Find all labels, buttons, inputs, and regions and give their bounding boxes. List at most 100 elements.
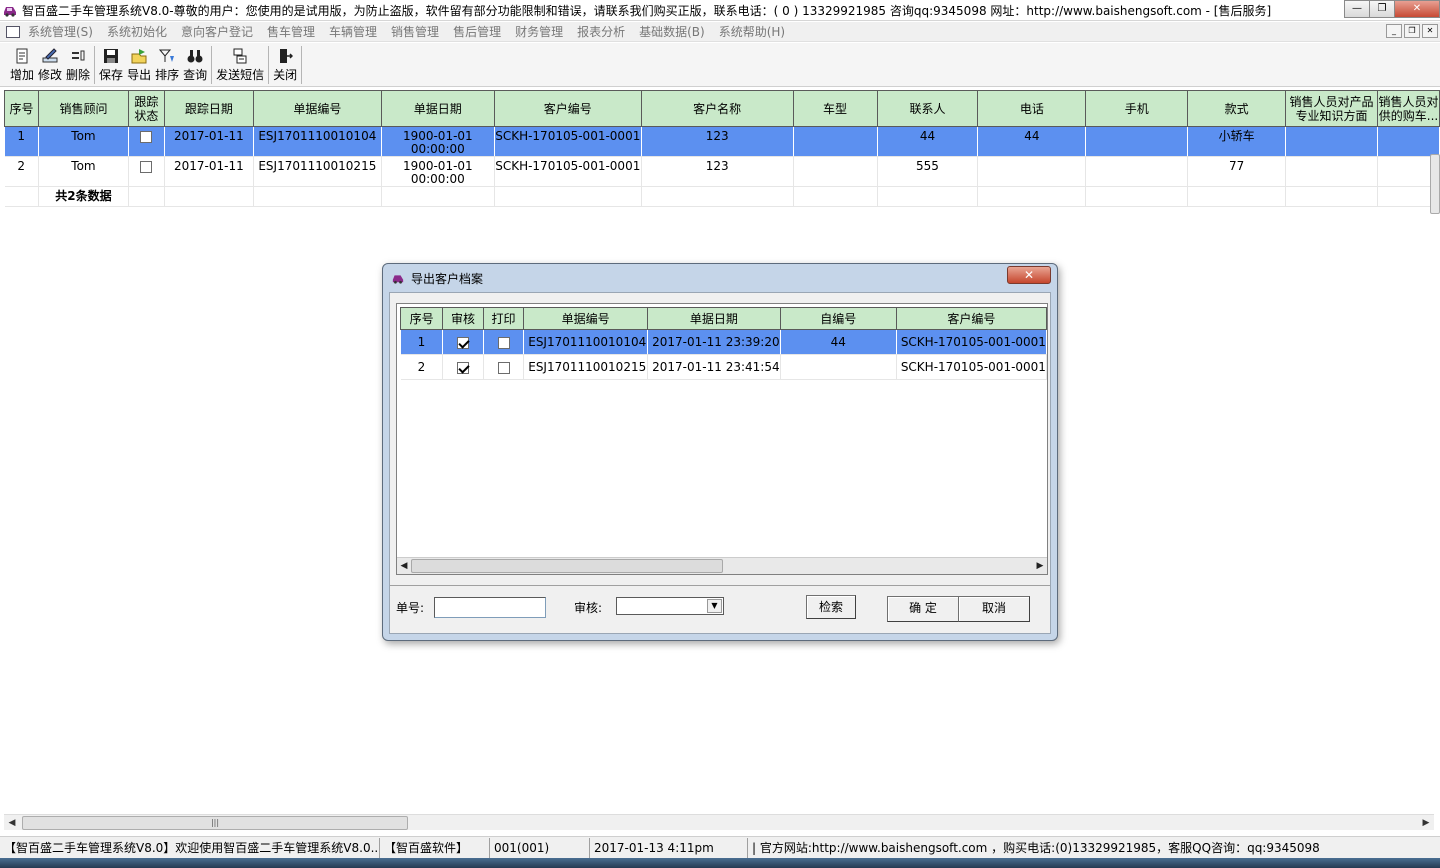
dialog-title: 导出客户档案	[411, 271, 484, 286]
menu-intent-customer[interactable]: 意向客户登记	[181, 23, 253, 40]
minimize-button[interactable]: —	[1344, 0, 1370, 18]
table-row[interactable]: 2 Tom 2017-01-11 ESJ1701110010215 1900-0…	[4, 156, 1440, 187]
col-cust-no[interactable]: 客户编号	[493, 90, 642, 127]
chevron-down-icon[interactable]: ▼	[707, 599, 722, 613]
mdi-document-icon[interactable]	[6, 25, 20, 38]
car-app-icon	[4, 7, 16, 17]
dialog-horizontal-scrollbar[interactable]: ◀ ▶	[397, 557, 1047, 574]
col-advisor[interactable]: 销售顾问	[37, 90, 129, 127]
menu-after-sales[interactable]: 售后管理	[453, 23, 501, 40]
edit-button[interactable]: 修改	[36, 48, 64, 86]
maximize-button[interactable]: ❐	[1369, 0, 1395, 18]
menu-finance[interactable]: 财务管理	[515, 23, 563, 40]
dcol-audit[interactable]: 审核	[442, 307, 484, 330]
scroll-left-arrow-icon[interactable]: ◀	[397, 559, 411, 573]
scroll-left-arrow-icon[interactable]: ◀	[4, 815, 20, 831]
scroll-thumb[interactable]	[411, 559, 723, 573]
add-doc-icon	[16, 48, 28, 64]
cell-cust-no: SCKH-170105-001-0001	[494, 126, 642, 157]
cell-doc-date: 1900-01-01 00:00:00	[381, 156, 495, 187]
scroll-right-arrow-icon[interactable]: ▶	[1033, 559, 1047, 573]
menu-sales[interactable]: 销售管理	[391, 23, 439, 40]
menu-car-sales[interactable]: 售车管理	[267, 23, 315, 40]
summary-count: 共2条数据	[38, 186, 129, 207]
table-row[interactable]: 1 Tom 2017-01-11 ESJ1701110010104 1900-0…	[4, 126, 1440, 157]
cell-doc-date: 1900-01-01 00:00:00	[381, 126, 495, 157]
car-app-icon	[392, 275, 404, 284]
status-datetime: 2017-01-13 4:11pm	[590, 837, 748, 858]
menu-reports[interactable]: 报表分析	[577, 23, 625, 40]
col-track-status[interactable]: 跟踪 状态	[127, 90, 165, 127]
col-product-knowledge[interactable]: 销售人员对产品 专业知识方面	[1285, 90, 1378, 127]
col-mobile[interactable]: 手机	[1085, 90, 1189, 127]
edit-label: 修改	[38, 68, 63, 82]
status-user: 001(001)	[490, 837, 590, 858]
cell-contact: 44	[877, 126, 979, 157]
delete-button[interactable]: 删除	[64, 48, 92, 86]
col-purchase-service[interactable]: 销售人员对 供的购车...	[1376, 90, 1440, 127]
col-style[interactable]: 款式	[1187, 90, 1287, 127]
dialog-divider	[390, 585, 1050, 586]
audit-checkbox[interactable]	[457, 361, 470, 374]
col-cust-name[interactable]: 客户名称	[640, 90, 794, 127]
menu-vehicles[interactable]: 车辆管理	[329, 23, 377, 40]
dcell-seq: 1	[400, 329, 444, 355]
query-button[interactable]: 查询	[181, 48, 209, 86]
close-tool-button[interactable]: 关闭	[271, 48, 299, 86]
col-contact[interactable]: 联系人	[876, 90, 979, 127]
dialog-body: 序号 审核 打印 单据编号 单据日期 自编号 客户编号 1 ESJ1701110…	[389, 292, 1051, 634]
dcol-print[interactable]: 打印	[482, 307, 525, 330]
menu-help[interactable]: 系统帮助(H)	[719, 23, 785, 40]
dialog-title-bar: 导出客户档案	[383, 264, 1057, 292]
dcell-doc-date: 2017-01-11 23:41:54	[647, 354, 781, 380]
col-doc-no[interactable]: 单据编号	[252, 90, 382, 127]
dcell-cust-no: SCKH-170105-001-0001	[896, 354, 1047, 380]
dialog-close-button[interactable]: ✕	[1007, 266, 1051, 284]
col-track-date[interactable]: 跟踪日期	[163, 90, 254, 127]
dcol-doc-date[interactable]: 单据日期	[647, 307, 781, 330]
dialog-row[interactable]: 1 ESJ1701110010104 2017-01-11 23:39:20 4…	[400, 329, 1047, 355]
dcol-self-no[interactable]: 自编号	[779, 307, 897, 330]
vertical-scroll-grip[interactable]	[1430, 154, 1440, 214]
scroll-right-arrow-icon[interactable]: ▶	[1418, 815, 1434, 831]
save-button[interactable]: 保存	[97, 48, 125, 86]
ok-button[interactable]: 确 定	[887, 596, 959, 622]
col-phone[interactable]: 电话	[977, 90, 1087, 127]
edit-icon	[42, 48, 58, 63]
export-button[interactable]: 导出	[125, 48, 153, 86]
dialog-header-row: 序号 审核 打印 单据编号 单据日期 自编号 客户编号	[399, 307, 1047, 330]
window-title: 智百盛二手车管理系统V8.0-尊敬的用户：您使用的是试用版，为防止盗版，软件留有…	[22, 3, 1272, 18]
print-checkbox[interactable]	[497, 336, 510, 349]
mdi-close-button[interactable]: ✕	[1422, 24, 1438, 38]
mdi-restore-button[interactable]: ❐	[1404, 24, 1420, 38]
mdi-minimize-button[interactable]: _	[1386, 24, 1402, 38]
dcell-doc-date: 2017-01-11 23:39:20	[647, 329, 781, 355]
col-model[interactable]: 车型	[792, 90, 878, 127]
track-status-checkbox[interactable]	[140, 160, 153, 173]
dialog-row[interactable]: 2 ESJ1701110010215 2017-01-11 23:41:54 S…	[400, 354, 1047, 380]
doc-no-input[interactable]	[434, 597, 546, 618]
send-sms-button[interactable]: 发送短信	[214, 48, 266, 86]
menu-base-data[interactable]: 基础数据(B)	[639, 23, 705, 40]
scroll-thumb[interactable]: |||	[22, 816, 408, 830]
main-horizontal-scrollbar[interactable]: ◀ ||| ▶	[4, 814, 1434, 830]
doc-date: 1900-01-01	[402, 159, 473, 173]
audit-select[interactable]: ▼	[616, 597, 724, 615]
audit-checkbox[interactable]	[457, 336, 470, 349]
dcol-seq[interactable]: 序号	[399, 307, 444, 330]
sort-button[interactable]: 排序	[153, 48, 181, 86]
add-button[interactable]: 增加	[8, 48, 36, 86]
search-button[interactable]: 检索	[806, 595, 856, 619]
dcol-doc-no[interactable]: 单据编号	[523, 307, 649, 330]
col-doc-date[interactable]: 单据日期	[380, 90, 495, 127]
col-seq[interactable]: 序号	[4, 90, 39, 127]
track-status-checkbox[interactable]	[140, 130, 153, 143]
delete-label: 删除	[66, 68, 91, 82]
dcol-cust-no[interactable]: 客户编号	[895, 307, 1047, 330]
audit-label: 审核:	[574, 601, 603, 615]
menu-system[interactable]: 系统管理(S)	[28, 23, 93, 40]
close-button[interactable]: ✕	[1394, 0, 1440, 18]
menu-init[interactable]: 系统初始化	[107, 23, 167, 40]
print-checkbox[interactable]	[497, 361, 510, 374]
cancel-button[interactable]: 取消	[958, 596, 1030, 622]
